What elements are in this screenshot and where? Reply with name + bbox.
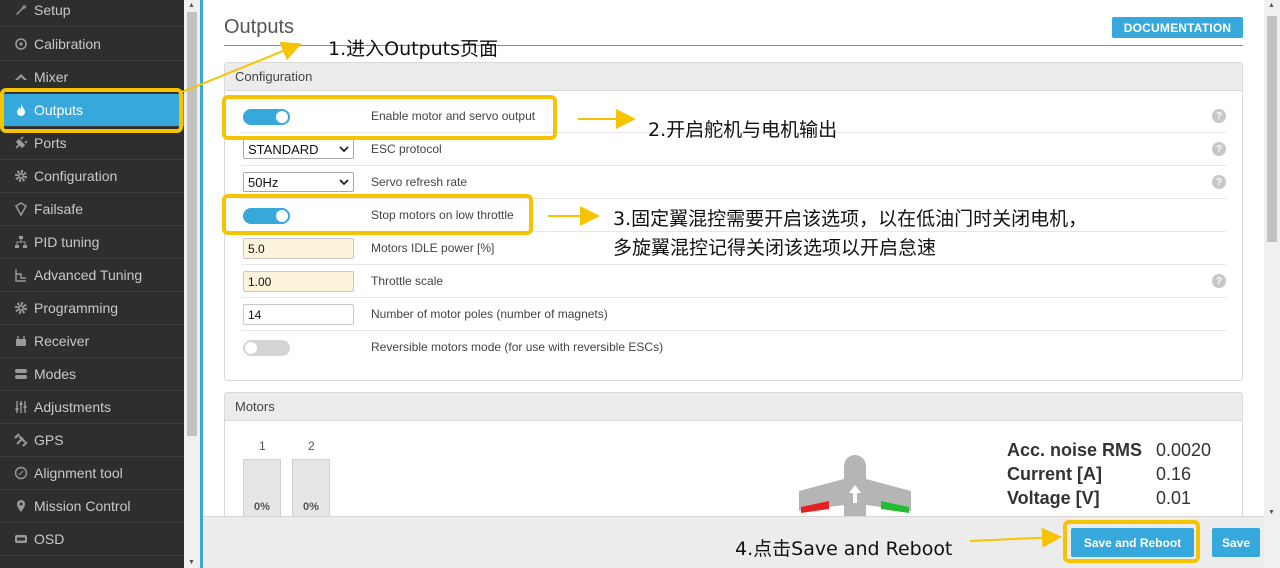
annotation-arrows — [181, 41, 1062, 548]
annotation-step3-line2: 多旋翼混控记得关闭该选项以开启怠速 — [613, 237, 937, 259]
arrow-step1 — [181, 41, 302, 93]
annotation-step3-line1: 3.固定翼混控需要开启该选项，以在低油门时关闭电机， — [613, 208, 1088, 230]
arrow-step4 — [969, 527, 1062, 548]
annotation-step1: 1.进入Outputs页面 — [328, 38, 499, 60]
annotation-step4: 4.点击Save and Reboot — [735, 538, 953, 560]
annotation-step2: 2.开启舵机与电机输出 — [648, 119, 838, 141]
